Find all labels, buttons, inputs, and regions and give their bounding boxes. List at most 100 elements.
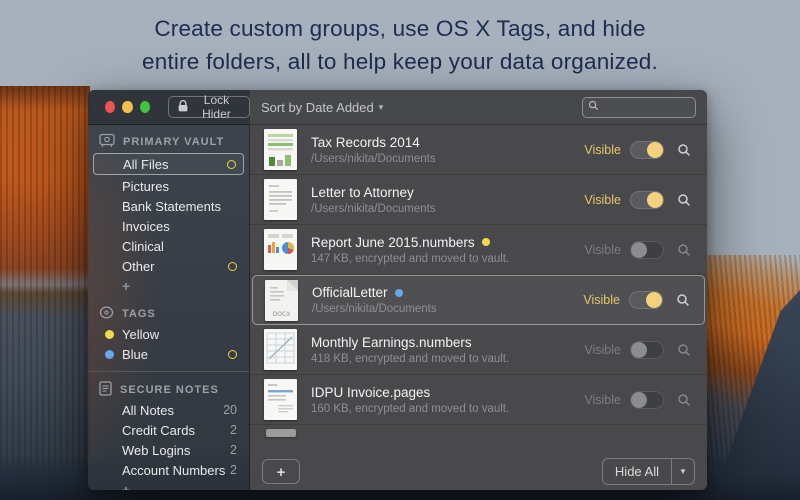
lock-hider-label: Lock Hider	[193, 93, 240, 121]
chevron-down-icon: ▾	[379, 102, 384, 113]
sidebar-item-tag-blue[interactable]: Blue	[88, 344, 249, 364]
magnifier-icon	[677, 143, 691, 157]
headline-line-2: entire folders, all to help keep your da…	[0, 45, 800, 78]
sidebar-item-all-files[interactable]: All Files	[93, 153, 244, 175]
visibility-toggle[interactable]	[629, 291, 663, 309]
blue-tag-dot-icon	[105, 350, 114, 359]
count-badge: 20	[223, 403, 237, 417]
search-field[interactable]	[582, 97, 696, 118]
file-meta: OfficialLetter /Users/nikita/Documents	[298, 285, 583, 315]
plus-icon: +	[122, 278, 130, 294]
sidebar-item-label: Bank Statements	[122, 199, 237, 214]
sidebar-item-account-numbers[interactable]: Account Numbers 2	[88, 460, 249, 480]
sidebar-item-label: Account Numbers	[122, 463, 230, 478]
magnifier-icon	[677, 243, 691, 257]
marketing-headline: Create custom groups, use OS X Tags, and…	[0, 12, 800, 78]
file-meta: Letter to Attorney /Users/nikita/Documen…	[297, 185, 584, 215]
count-badge: 2	[230, 443, 237, 457]
sidebar-item-label: All Files	[123, 157, 227, 172]
visibility-ring-icon	[228, 350, 237, 359]
plus-icon: +	[122, 482, 130, 490]
magnifier-icon	[677, 393, 691, 407]
sidebar-item-web-logins[interactable]: Web Logins 2	[88, 440, 249, 460]
secure-notes-header: SECURE NOTES	[88, 379, 249, 400]
sidebar-item-label: Invoices	[122, 219, 237, 234]
file-thumbnail	[264, 229, 297, 270]
sidebar-item-bank-statements[interactable]: Bank Statements	[88, 196, 249, 216]
sidebar-gap	[88, 296, 249, 303]
file-row-official-letter[interactable]: DOCX OfficialLetter /Users/nikita/Docume…	[252, 275, 705, 325]
blue-tag-dot-icon	[395, 289, 403, 297]
toggle-knob	[647, 142, 663, 158]
titlebar-content-area: Sort by Date Added ▾	[250, 90, 707, 125]
count-badge: 2	[230, 423, 237, 437]
file-subtitle: 160 KB, encrypted and moved to vault.	[311, 403, 584, 415]
close-window-button[interactable]	[105, 101, 115, 113]
hide-all-split-button: Hide All ▼	[602, 458, 695, 485]
lock-hider-button[interactable]: Lock Hider	[168, 96, 250, 118]
sidebar-item-other[interactable]: Other	[88, 256, 249, 276]
count-badge: 2	[230, 463, 237, 477]
vault-icon	[99, 133, 115, 151]
quicklook-button[interactable]	[673, 339, 695, 361]
sidebar-item-clinical[interactable]: Clinical	[88, 236, 249, 256]
sort-label: Sort by Date Added	[261, 100, 374, 115]
file-thumbnail	[264, 329, 297, 370]
quicklook-button[interactable]	[672, 289, 694, 311]
visibility-toggle[interactable]	[630, 191, 664, 209]
zoom-window-button[interactable]	[140, 101, 150, 113]
file-thumbnail	[264, 179, 297, 220]
sidebar-item-invoices[interactable]: Invoices	[88, 216, 249, 236]
partial-next-row-thumbnail	[266, 429, 296, 437]
quicklook-button[interactable]	[673, 139, 695, 161]
list-footer: + Hide All ▼	[250, 452, 707, 490]
sidebar-item-label: Clinical	[122, 239, 237, 254]
file-meta: Monthly Earnings.numbers 418 KB, encrypt…	[297, 335, 584, 365]
file-row-letter-attorney[interactable]: Letter to Attorney /Users/nikita/Documen…	[250, 175, 707, 225]
minimize-window-button[interactable]	[122, 101, 132, 113]
sidebar-item-pictures[interactable]: Pictures	[88, 176, 249, 196]
hide-all-button[interactable]: Hide All	[603, 459, 671, 484]
search-input[interactable]	[599, 100, 690, 114]
note-icon	[99, 381, 112, 399]
quicklook-button[interactable]	[673, 189, 695, 211]
file-list: Tax Records 2014 /Users/nikita/Documents…	[250, 125, 707, 452]
visibility-toggle[interactable]	[630, 341, 664, 359]
yellow-tag-dot-icon	[482, 238, 490, 246]
sidebar-item-tag-yellow[interactable]: Yellow	[88, 324, 249, 344]
headline-line-1: Create custom groups, use OS X Tags, and…	[0, 12, 800, 45]
visible-label: Visible	[584, 343, 621, 357]
sidebar-item-label: Pictures	[122, 179, 237, 194]
sidebar-item-label: Yellow	[122, 327, 237, 342]
visibility-toggle[interactable]	[630, 391, 664, 409]
file-title: IDPU Invoice.pages	[311, 385, 430, 400]
magnifier-icon	[676, 293, 690, 307]
sidebar-item-all-notes[interactable]: All Notes 20	[88, 400, 249, 420]
file-title: Letter to Attorney	[311, 185, 414, 200]
toggle-knob	[631, 392, 647, 408]
add-group-button[interactable]: +	[88, 276, 249, 296]
file-thumbnail: DOCX	[265, 280, 298, 321]
sort-dropdown[interactable]: Sort by Date Added ▾	[261, 100, 383, 115]
file-title: OfficialLetter	[312, 285, 388, 300]
add-file-button[interactable]: +	[262, 459, 300, 484]
svg-text:DOCX: DOCX	[273, 311, 291, 318]
file-row-report-june[interactable]: Report June 2015.numbers 147 KB, encrypt…	[250, 225, 707, 275]
add-note-category-button[interactable]: +	[88, 480, 249, 490]
hide-all-dropdown-button[interactable]: ▼	[671, 459, 694, 484]
quicklook-button[interactable]	[673, 239, 695, 261]
file-meta: IDPU Invoice.pages 160 KB, encrypted and…	[297, 385, 584, 415]
tag-icon	[99, 306, 114, 322]
plus-icon: +	[277, 464, 286, 481]
visible-label: Visible	[584, 193, 621, 207]
file-row-tax-records[interactable]: Tax Records 2014 /Users/nikita/Documents…	[250, 125, 707, 175]
sidebar-item-label: Blue	[122, 347, 228, 362]
visibility-toggle[interactable]	[630, 141, 664, 159]
chevron-down-icon: ▼	[679, 467, 687, 476]
quicklook-button[interactable]	[673, 389, 695, 411]
visibility-toggle[interactable]	[630, 241, 664, 259]
file-row-monthly-earnings[interactable]: Monthly Earnings.numbers 418 KB, encrypt…	[250, 325, 707, 375]
file-row-idpu-invoice[interactable]: IDPU Invoice.pages 160 KB, encrypted and…	[250, 375, 707, 425]
visibility-ring-icon	[227, 160, 236, 169]
sidebar-item-credit-cards[interactable]: Credit Cards 2	[88, 420, 249, 440]
